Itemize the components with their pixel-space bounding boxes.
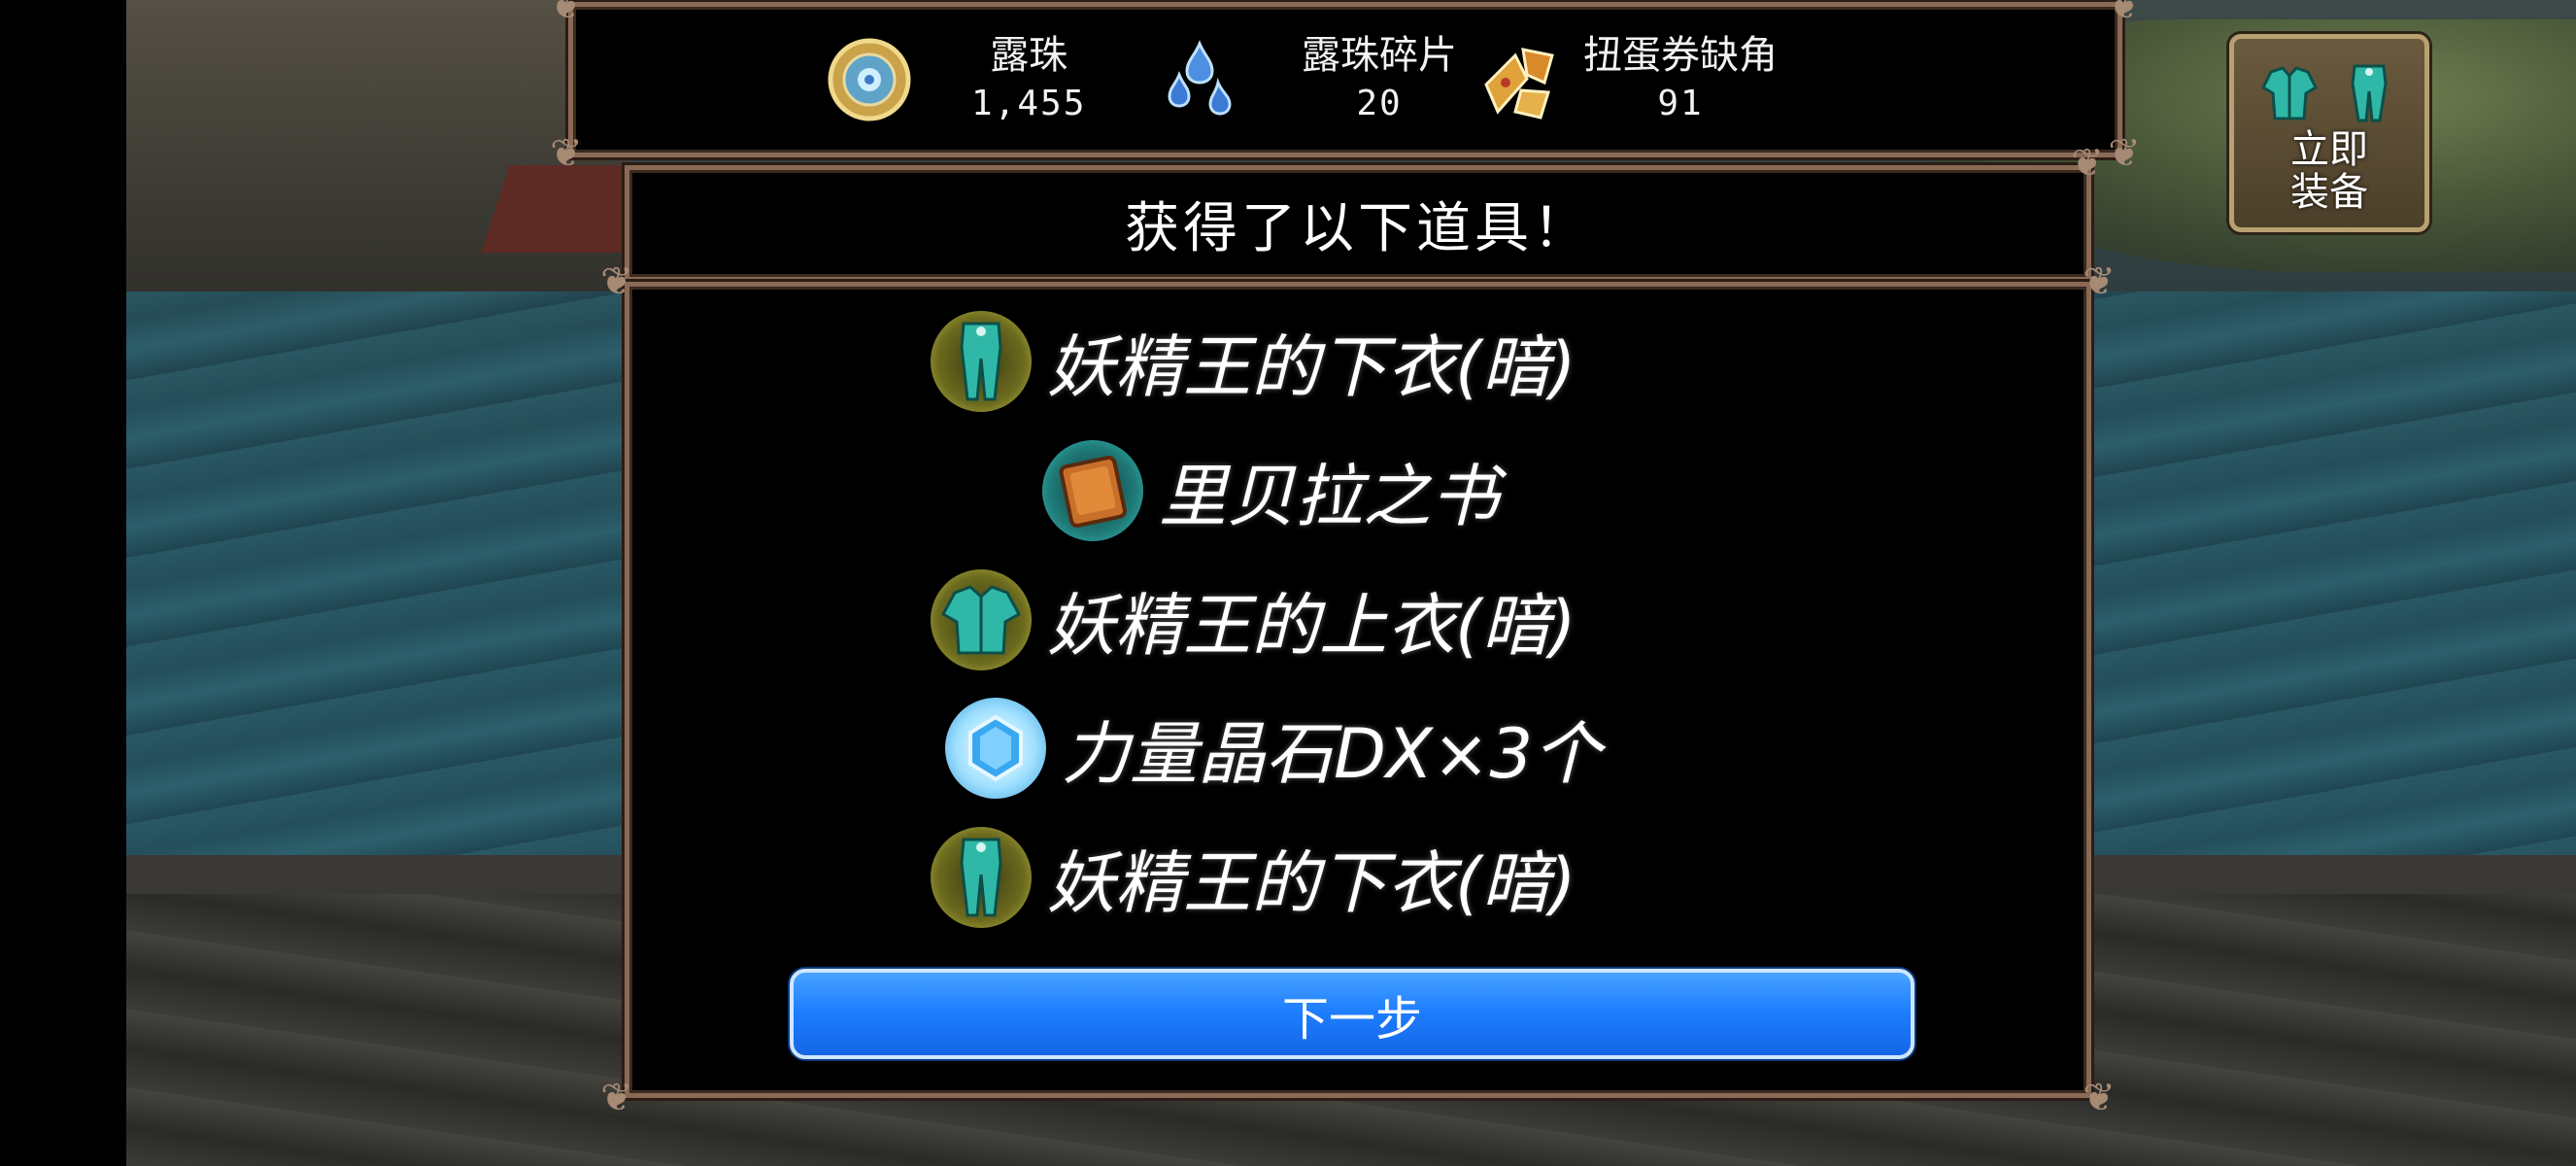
power-crystal-icon — [945, 698, 1046, 799]
frame-corner-ornament: ❦ — [2108, 0, 2141, 28]
currency-value: 1,455 — [971, 84, 1087, 123]
currency-dew-shard: 露珠碎片 20 — [1156, 7, 1457, 153]
equip-now-label: 立即 装备 — [2290, 127, 2368, 215]
item-name: 妖精王的上衣(暗) — [1047, 585, 1576, 666]
item-name: 妖精王的下衣(暗) — [1047, 842, 1576, 923]
equip-now-button[interactable]: 立即 装备 — [2229, 34, 2429, 232]
dew-orb-icon — [826, 36, 913, 123]
frame-corner-ornament: ❦ — [600, 259, 633, 304]
frame-corner-ornament: ❦ — [550, 0, 583, 28]
currency-dew-orb: 露珠 1,455 — [826, 7, 1086, 153]
currency-label: 扭蛋券缺角 — [1583, 33, 1778, 78]
frame-corner-ornament: ❦ — [2083, 1076, 2116, 1120]
list-item: 里贝拉之书 — [1042, 428, 1499, 554]
frame-corner-ornament: ❦ — [550, 131, 583, 176]
armor-icon — [2351, 64, 2388, 122]
gacha-ticket-fragment-icon — [1476, 36, 1564, 123]
book-icon — [1042, 440, 1143, 541]
fairy-king-top-icon — [931, 569, 1032, 670]
currency-label: 露珠 — [990, 33, 1068, 78]
armor-icon — [2261, 66, 2318, 120]
list-item: 妖精王的上衣(暗) — [931, 557, 1576, 683]
list-item: 妖精王的下衣(暗) — [931, 298, 1576, 425]
frame-corner-ornament: ❦ — [2071, 141, 2104, 186]
fairy-king-pants-icon — [931, 311, 1032, 412]
list-item: 妖精王的下衣(暗) — [931, 814, 1576, 941]
fairy-king-pants-icon — [931, 827, 1032, 928]
item-name: 力量晶石DX×3个 — [1062, 713, 1602, 794]
currency-value: 20 — [1356, 84, 1403, 123]
frame-corner-ornament: ❦ — [2083, 259, 2116, 304]
item-name: 里贝拉之书 — [1159, 456, 1499, 536]
dew-shard-icon — [1156, 36, 1243, 123]
next-step-button[interactable]: 下一步 — [790, 969, 1915, 1059]
list-item: 力量晶石DX×3个 — [945, 685, 1601, 811]
currency-label: 露珠碎片 — [1302, 33, 1457, 78]
item-name: 妖精王的下衣(暗) — [1047, 326, 1576, 407]
dialog-title: 获得了以下道具！ — [1125, 196, 1591, 260]
frame-corner-ornament: ❦ — [600, 1076, 633, 1120]
currency-gacha-ticket-fragment: 扭蛋券缺角 91 — [1476, 7, 1778, 153]
dialog-title-frame: ❦ ❦ ❦ 获得了以下道具！ — [600, 141, 2116, 304]
currency-bar: ❦ ❦ ❦ ❦ 露珠 1,455 露珠碎片 20 扭蛋券缺角 91 — [550, 0, 2141, 176]
currency-value: 91 — [1657, 84, 1704, 123]
